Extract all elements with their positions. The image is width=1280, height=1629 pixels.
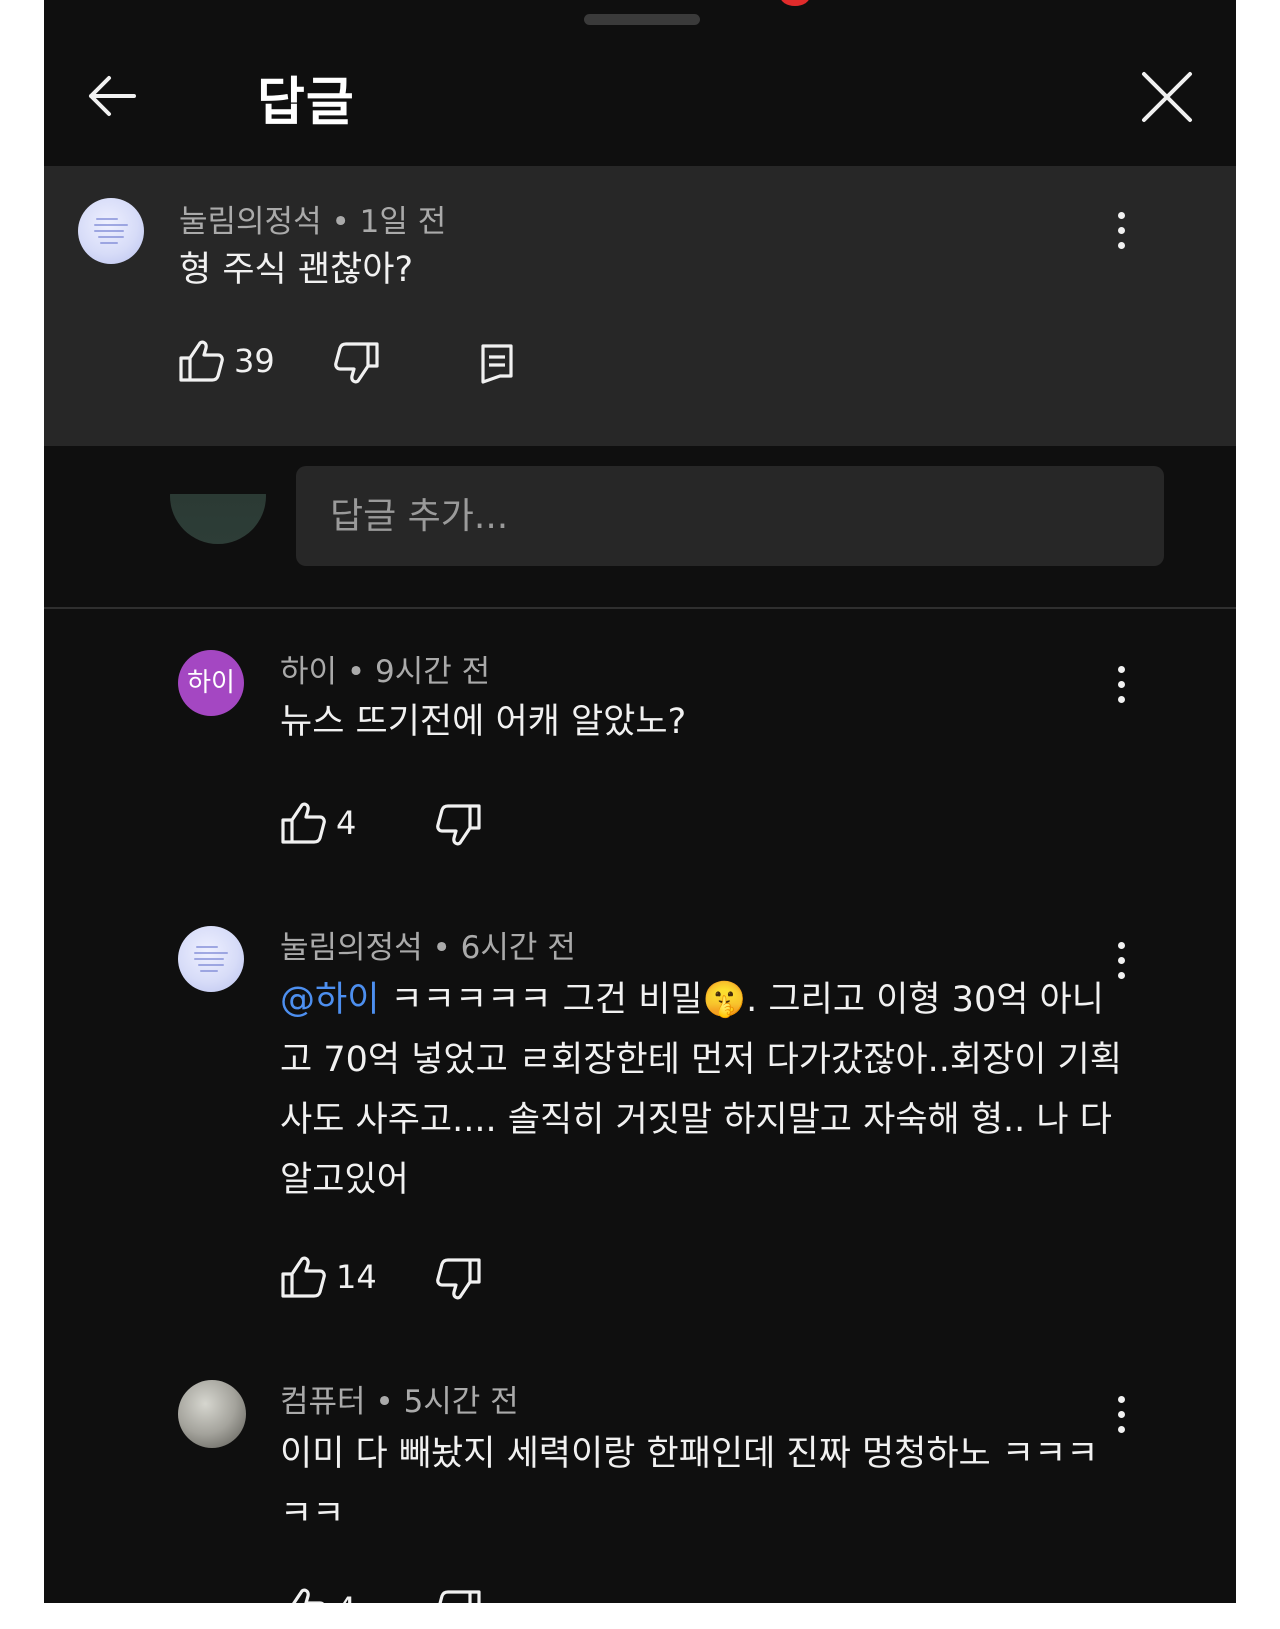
thumbs-up-icon	[179, 340, 224, 382]
avatar[interactable]	[78, 198, 144, 264]
thumbs-up-icon	[281, 1256, 326, 1298]
close-icon	[1142, 72, 1192, 122]
add-reply-row	[44, 446, 1236, 586]
reply-button[interactable]	[478, 342, 518, 386]
mention-link[interactable]: @하이	[280, 980, 379, 1020]
comment-time: 5시간 전	[403, 1384, 519, 1420]
replies-panel: 답글 눌림의정석 • 1일 전 형 주식 괜찮아? 39 답글 추가... 하이…	[44, 0, 1236, 1603]
comment-text: 뉴스 뜨기전에 어캐 알았노?	[280, 702, 687, 742]
meta-separator: •	[346, 654, 376, 690]
meta-separator: •	[331, 204, 360, 240]
comment-author[interactable]: 하이	[280, 654, 337, 690]
drag-handle[interactable]	[584, 14, 700, 25]
like-button[interactable]	[280, 1254, 330, 1300]
avatar[interactable]	[178, 1380, 246, 1448]
dislike-button[interactable]	[436, 1588, 486, 1603]
parent-comment: 눌림의정석 • 1일 전 형 주식 괜찮아? 39	[44, 166, 1236, 446]
avatar[interactable]: 하이	[178, 650, 244, 716]
comment-text: 이미 다 빼놨지 세력이랑 한패인데 진짜 멍청하노 ㅋㅋㅋㅋㅋ	[280, 1434, 1099, 1534]
like-count: 14	[336, 1258, 377, 1296]
reply-input[interactable]	[296, 466, 1164, 566]
comment-meta: 눌림의정석 • 6시간 전	[280, 922, 576, 967]
comment-body: ㅋㅋㅋㅋㅋ 그건 비밀🤫. 그리고 이형 30억 아니고 70억 넣었고 ㄹ회장…	[280, 980, 1122, 1200]
meta-separator: •	[432, 930, 461, 966]
like-button[interactable]	[178, 338, 228, 384]
comment-meta: 컴퓨터 • 5시간 전	[280, 1376, 519, 1421]
avatar[interactable]	[178, 926, 244, 992]
thumbs-up-icon	[281, 802, 326, 844]
comment-time: 6시간 전	[460, 930, 576, 966]
comment-text: 형 주식 괜찮아?	[179, 250, 414, 290]
comment-icon	[481, 344, 513, 384]
divider	[44, 607, 1236, 609]
avatar-label: 하이	[187, 668, 235, 698]
comment-author[interactable]: 눌림의정석	[280, 930, 423, 966]
more-options-button[interactable]	[1106, 660, 1136, 710]
like-button[interactable]	[280, 800, 330, 846]
thumbs-down-icon	[334, 342, 379, 384]
dislike-button[interactable]	[334, 340, 384, 386]
thumbs-down-icon	[436, 804, 481, 846]
comment-author[interactable]: 컴퓨터	[280, 1384, 366, 1420]
close-button[interactable]	[1136, 66, 1198, 128]
arrow-left-icon	[89, 76, 136, 116]
thumbs-up-icon	[292, 1588, 324, 1603]
comment-time: 1일 전	[359, 204, 447, 240]
panel-header: 답글	[44, 40, 1236, 160]
comment-time: 9시간 전	[375, 654, 491, 690]
page-title: 답글	[257, 73, 355, 133]
comment-text: @하이 ㅋㅋㅋㅋㅋ 그건 비밀🤫. 그리고 이형 30억 아니고 70억 넣었고…	[280, 970, 1130, 1210]
comment-meta: 눌림의정석 • 1일 전	[179, 196, 446, 241]
more-options-button[interactable]	[1106, 936, 1136, 986]
dislike-button[interactable]	[436, 1256, 486, 1302]
like-count: 39	[234, 342, 275, 380]
dislike-button[interactable]	[436, 802, 486, 848]
like-count: 4	[336, 1590, 356, 1603]
thumbs-down-icon	[438, 1590, 481, 1603]
comment-meta: 하이 • 9시간 전	[280, 646, 490, 691]
more-options-button[interactable]	[1106, 1390, 1136, 1440]
like-count: 4	[336, 804, 357, 842]
meta-separator: •	[375, 1384, 404, 1420]
comment-author[interactable]: 눌림의정석	[179, 204, 322, 240]
like-button[interactable]	[280, 1586, 330, 1603]
more-options-button[interactable]	[1106, 206, 1136, 256]
thumbs-down-icon	[436, 1258, 481, 1300]
notification-dot	[780, 0, 810, 6]
avatar	[170, 448, 266, 544]
back-button[interactable]	[82, 66, 142, 126]
